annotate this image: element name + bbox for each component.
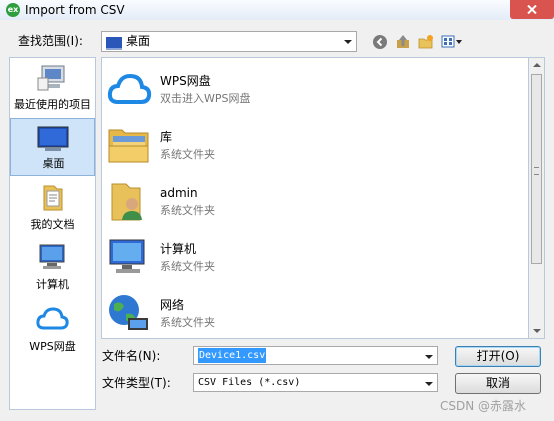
place-documents[interactable]: 我的文档 — [10, 180, 95, 236]
user-folder-icon — [111, 183, 142, 221]
close-icon — [527, 5, 537, 14]
filename-input[interactable]: Device1.csv — [193, 346, 438, 365]
desktop-icon — [37, 126, 69, 151]
title-bar: ex Import from CSV — [0, 0, 554, 20]
item-name: 库 — [160, 130, 173, 144]
place-wps-cloud[interactable]: WPS网盘 — [10, 302, 95, 358]
network-globe-icon — [109, 295, 148, 330]
spreadsheet-app-icon: ex — [6, 3, 20, 17]
item-name: WPS网盘 — [160, 74, 211, 88]
up-folder-icon[interactable] — [395, 34, 411, 50]
close-button[interactable] — [510, 0, 554, 19]
item-desc: 系统文件夹 — [160, 204, 215, 217]
filetype-label: 文件类型(T): — [102, 376, 171, 390]
cloud-icon — [36, 307, 69, 330]
place-wps-cloud-label: WPS网盘 — [29, 340, 76, 353]
list-item-wps-cloud[interactable]: WPS网盘 双击进入WPS网盘 — [106, 64, 506, 116]
documents-folder-icon — [43, 185, 63, 211]
library-folder-icon — [108, 129, 149, 163]
cloud-icon — [107, 73, 152, 104]
place-desktop[interactable]: 桌面 — [10, 118, 95, 176]
place-recent-label: 最近使用的项目 — [14, 98, 91, 111]
scroll-up-arrow-icon[interactable] — [533, 63, 541, 67]
lookin-label: 查找范围(I): — [18, 34, 83, 48]
item-desc: 系统文件夹 — [160, 316, 215, 329]
places-bar: 最近使用的项目 桌面 我的文档 计算机 WPS网盘 — [9, 57, 96, 410]
filetype-value: CSV Files (*.csv) — [198, 377, 301, 388]
place-recent[interactable]: 最近使用的项目 — [10, 62, 95, 116]
computer-icon — [39, 244, 65, 269]
place-computer-label: 计算机 — [36, 278, 69, 291]
item-desc: 系统文件夹 — [160, 148, 215, 161]
item-name: admin — [160, 186, 198, 200]
file-list[interactable]: WPS网盘 双击进入WPS网盘 库 系统文件夹 admin 系统文件夹 计算机 … — [101, 57, 528, 339]
computer-icon — [109, 239, 145, 273]
new-folder-icon[interactable] — [418, 34, 434, 50]
lookin-value: 桌面 — [126, 34, 151, 48]
chevron-down-icon — [344, 40, 352, 44]
cancel-button[interactable]: 取消 — [455, 373, 541, 394]
item-name: 计算机 — [160, 242, 197, 256]
filetype-dropdown[interactable]: CSV Files (*.csv) — [193, 373, 438, 392]
open-button[interactable]: 打开(O) — [455, 346, 541, 367]
filename-label: 文件名(N): — [102, 349, 161, 363]
recent-items-icon — [37, 65, 65, 91]
list-item-admin[interactable]: admin 系统文件夹 — [106, 176, 506, 228]
filename-value: Device1.csv — [198, 348, 267, 363]
grip-icon — [534, 167, 539, 175]
desktop-small-icon — [106, 37, 122, 50]
list-item-library[interactable]: 库 系统文件夹 — [106, 120, 506, 172]
window-title: Import from CSV — [25, 3, 125, 17]
list-item-computer[interactable]: 计算机 系统文件夹 — [106, 232, 506, 284]
list-item-network[interactable]: 网络 系统文件夹 — [106, 288, 506, 340]
chevron-down-icon — [425, 382, 433, 386]
place-desktop-label: 桌面 — [42, 157, 65, 170]
vertical-scrollbar[interactable] — [528, 57, 545, 339]
back-icon[interactable] — [372, 34, 388, 50]
scroll-down-arrow-icon[interactable] — [533, 329, 541, 333]
item-desc: 双击进入WPS网盘 — [160, 92, 251, 105]
item-name: 网络 — [160, 298, 185, 312]
watermark: CSDN @赤露水 — [440, 399, 527, 413]
place-computer[interactable]: 计算机 — [10, 240, 95, 296]
scroll-thumb[interactable] — [531, 74, 542, 264]
view-menu-icon[interactable] — [441, 34, 463, 50]
place-documents-label: 我的文档 — [30, 218, 75, 231]
item-desc: 系统文件夹 — [160, 260, 215, 273]
chevron-down-icon[interactable] — [425, 355, 433, 359]
lookin-dropdown[interactable]: 桌面 — [101, 31, 357, 52]
